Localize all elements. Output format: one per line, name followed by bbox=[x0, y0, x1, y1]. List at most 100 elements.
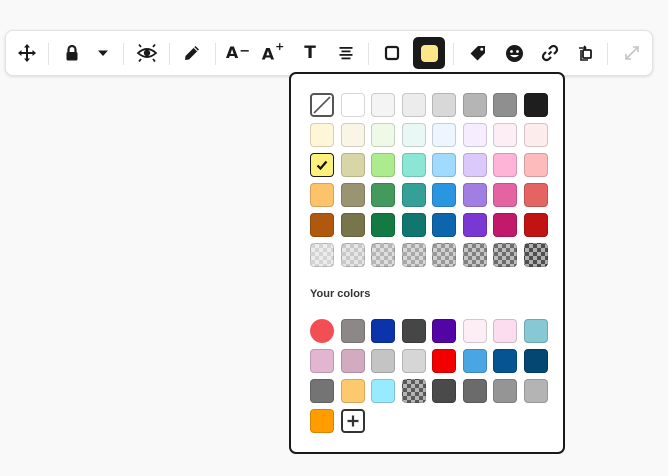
transparent-color-swatch[interactable] bbox=[340, 243, 365, 267]
transparent-color-swatch[interactable] bbox=[432, 243, 456, 267]
toolbar-separator bbox=[48, 43, 49, 65]
color-swatch[interactable] bbox=[493, 183, 517, 207]
tag-button[interactable] bbox=[463, 38, 493, 68]
color-swatch[interactable] bbox=[340, 93, 365, 117]
color-swatch[interactable] bbox=[310, 123, 334, 147]
color-swatch[interactable] bbox=[401, 153, 426, 177]
emoji-button[interactable] bbox=[499, 38, 529, 68]
transparent-color-swatch[interactable] bbox=[371, 243, 395, 267]
color-swatch[interactable] bbox=[493, 93, 517, 117]
transparent-color-swatch[interactable] bbox=[493, 243, 517, 267]
color-swatch[interactable] bbox=[462, 349, 487, 373]
color-swatch[interactable] bbox=[401, 93, 426, 117]
color-swatch[interactable] bbox=[432, 153, 456, 177]
transparent-color-swatch[interactable] bbox=[401, 379, 426, 403]
color-swatch[interactable] bbox=[462, 153, 487, 177]
square-outline-icon bbox=[384, 45, 400, 61]
color-swatch[interactable] bbox=[371, 319, 395, 343]
color-swatch[interactable] bbox=[401, 183, 426, 207]
color-swatch[interactable] bbox=[523, 183, 548, 207]
tag-icon bbox=[470, 46, 485, 61]
color-swatch[interactable] bbox=[340, 349, 365, 373]
color-swatch[interactable] bbox=[462, 123, 487, 147]
color-swatch[interactable] bbox=[432, 379, 456, 403]
lock-dropdown-button[interactable] bbox=[88, 38, 118, 68]
color-swatch[interactable] bbox=[523, 349, 548, 373]
add-color-button[interactable] bbox=[340, 409, 365, 433]
frame-button[interactable] bbox=[571, 38, 601, 68]
transparent-color-swatch[interactable] bbox=[462, 243, 487, 267]
toolbar-separator bbox=[453, 43, 454, 65]
color-swatch[interactable] bbox=[523, 93, 548, 117]
color-swatch[interactable] bbox=[310, 379, 334, 403]
color-swatch[interactable] bbox=[432, 349, 456, 373]
border-color-button[interactable] bbox=[377, 38, 407, 68]
color-swatch[interactable] bbox=[371, 349, 395, 373]
color-swatch[interactable] bbox=[432, 123, 456, 147]
color-swatch[interactable] bbox=[432, 93, 456, 117]
color-swatch[interactable] bbox=[523, 123, 548, 147]
link-button[interactable] bbox=[535, 38, 565, 68]
color-swatch[interactable] bbox=[401, 123, 426, 147]
color-swatch[interactable] bbox=[462, 93, 487, 117]
color-swatch[interactable] bbox=[401, 319, 426, 343]
increase-font-icon: A+ bbox=[261, 39, 285, 64]
color-swatch[interactable] bbox=[493, 349, 517, 373]
color-swatch[interactable] bbox=[432, 319, 456, 343]
color-swatch[interactable] bbox=[493, 123, 517, 147]
visibility-button[interactable] bbox=[132, 38, 162, 68]
color-swatch[interactable] bbox=[462, 183, 487, 207]
color-swatch[interactable] bbox=[340, 183, 365, 207]
selected-color-swatch[interactable] bbox=[310, 153, 334, 177]
color-swatch[interactable] bbox=[462, 213, 487, 237]
increase-font-button[interactable]: A+ bbox=[258, 38, 288, 68]
color-swatch[interactable] bbox=[523, 213, 548, 237]
color-swatch[interactable] bbox=[493, 213, 517, 237]
color-swatch[interactable] bbox=[340, 153, 365, 177]
color-swatch[interactable] bbox=[371, 183, 395, 207]
color-swatch[interactable] bbox=[432, 183, 456, 207]
color-swatch[interactable] bbox=[310, 319, 334, 343]
color-swatch[interactable] bbox=[310, 183, 334, 207]
text-format-button[interactable]: T bbox=[295, 38, 325, 68]
color-swatch[interactable] bbox=[371, 153, 395, 177]
lock-icon bbox=[66, 44, 78, 61]
color-swatch[interactable] bbox=[340, 123, 365, 147]
color-swatch[interactable] bbox=[462, 319, 487, 343]
color-swatch[interactable] bbox=[310, 349, 334, 373]
color-swatch[interactable] bbox=[310, 213, 334, 237]
color-swatch[interactable] bbox=[523, 379, 548, 403]
expand-button[interactable] bbox=[617, 38, 647, 68]
color-swatch[interactable] bbox=[340, 319, 365, 343]
color-swatch[interactable] bbox=[371, 93, 395, 117]
color-swatch[interactable] bbox=[493, 319, 517, 343]
align-button[interactable] bbox=[331, 38, 361, 68]
decrease-font-button[interactable]: A− bbox=[223, 38, 253, 68]
object-toolbar: A− A+ T bbox=[5, 30, 653, 76]
color-swatch[interactable] bbox=[523, 319, 548, 343]
color-swatch[interactable] bbox=[340, 213, 365, 237]
move-button[interactable] bbox=[12, 38, 42, 68]
color-swatch[interactable] bbox=[401, 213, 426, 237]
color-swatch[interactable] bbox=[493, 153, 517, 177]
plus-icon bbox=[347, 415, 358, 427]
transparent-color-swatch[interactable] bbox=[401, 243, 426, 267]
color-swatch[interactable] bbox=[462, 379, 487, 403]
color-swatch[interactable] bbox=[432, 213, 456, 237]
color-swatch[interactable] bbox=[310, 409, 334, 433]
transparent-color-swatch[interactable] bbox=[310, 243, 334, 267]
color-swatch[interactable] bbox=[371, 213, 395, 237]
color-swatch[interactable] bbox=[523, 153, 548, 177]
no-color-swatch[interactable] bbox=[310, 93, 334, 117]
move-arrows-icon bbox=[18, 44, 36, 62]
transparent-color-swatch[interactable] bbox=[523, 243, 548, 267]
lock-button[interactable] bbox=[57, 38, 87, 68]
color-swatch[interactable] bbox=[371, 123, 395, 147]
color-swatch[interactable] bbox=[493, 379, 517, 403]
color-swatch[interactable] bbox=[371, 379, 395, 403]
fill-color-button[interactable] bbox=[413, 37, 445, 69]
toolbar-separator bbox=[169, 43, 170, 65]
color-swatch[interactable] bbox=[340, 379, 365, 403]
pen-button[interactable] bbox=[177, 38, 207, 68]
color-swatch[interactable] bbox=[401, 349, 426, 373]
